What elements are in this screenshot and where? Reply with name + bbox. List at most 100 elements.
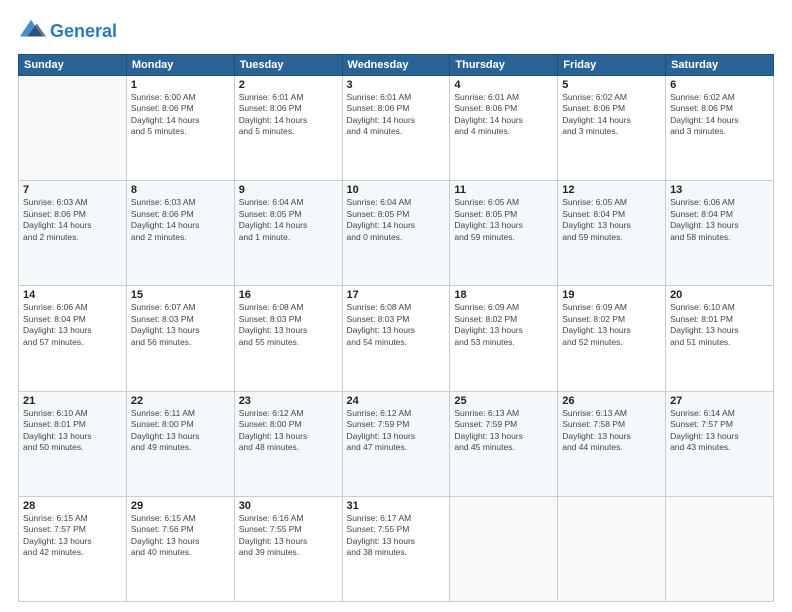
calendar-cell: 15Sunrise: 6:07 AMSunset: 8:03 PMDayligh…	[126, 286, 234, 391]
calendar-cell	[450, 496, 558, 601]
cell-info: Sunrise: 6:12 AMSunset: 8:00 PMDaylight:…	[239, 408, 338, 454]
calendar-cell: 31Sunrise: 6:17 AMSunset: 7:55 PMDayligh…	[342, 496, 450, 601]
calendar-cell: 16Sunrise: 6:08 AMSunset: 8:03 PMDayligh…	[234, 286, 342, 391]
calendar-cell: 2Sunrise: 6:01 AMSunset: 8:06 PMDaylight…	[234, 76, 342, 181]
cell-info: Sunrise: 6:15 AMSunset: 7:56 PMDaylight:…	[131, 513, 230, 559]
calendar-week-5: 28Sunrise: 6:15 AMSunset: 7:57 PMDayligh…	[19, 496, 774, 601]
cell-info: Sunrise: 6:07 AMSunset: 8:03 PMDaylight:…	[131, 302, 230, 348]
calendar-cell: 3Sunrise: 6:01 AMSunset: 8:06 PMDaylight…	[342, 76, 450, 181]
day-number: 10	[347, 184, 446, 196]
calendar-cell: 6Sunrise: 6:02 AMSunset: 8:06 PMDaylight…	[666, 76, 774, 181]
cell-info: Sunrise: 6:10 AMSunset: 8:01 PMDaylight:…	[23, 408, 122, 454]
cell-info: Sunrise: 6:02 AMSunset: 8:06 PMDaylight:…	[562, 92, 661, 138]
cell-info: Sunrise: 6:05 AMSunset: 8:05 PMDaylight:…	[454, 197, 553, 243]
day-number: 17	[347, 289, 446, 301]
day-number: 3	[347, 79, 446, 91]
calendar-cell: 29Sunrise: 6:15 AMSunset: 7:56 PMDayligh…	[126, 496, 234, 601]
day-number: 7	[23, 184, 122, 196]
calendar-cell: 23Sunrise: 6:12 AMSunset: 8:00 PMDayligh…	[234, 391, 342, 496]
logo: General	[18, 18, 117, 46]
day-number: 24	[347, 395, 446, 407]
cell-info: Sunrise: 6:00 AMSunset: 8:06 PMDaylight:…	[131, 92, 230, 138]
cell-info: Sunrise: 6:08 AMSunset: 8:03 PMDaylight:…	[347, 302, 446, 348]
calendar-cell: 17Sunrise: 6:08 AMSunset: 8:03 PMDayligh…	[342, 286, 450, 391]
day-number: 26	[562, 395, 661, 407]
cell-info: Sunrise: 6:11 AMSunset: 8:00 PMDaylight:…	[131, 408, 230, 454]
calendar-cell: 30Sunrise: 6:16 AMSunset: 7:55 PMDayligh…	[234, 496, 342, 601]
day-number: 15	[131, 289, 230, 301]
cell-info: Sunrise: 6:13 AMSunset: 7:59 PMDaylight:…	[454, 408, 553, 454]
calendar-cell: 25Sunrise: 6:13 AMSunset: 7:59 PMDayligh…	[450, 391, 558, 496]
calendar-cell: 4Sunrise: 6:01 AMSunset: 8:06 PMDaylight…	[450, 76, 558, 181]
calendar-cell	[558, 496, 666, 601]
calendar-cell: 26Sunrise: 6:13 AMSunset: 7:58 PMDayligh…	[558, 391, 666, 496]
calendar-cell: 5Sunrise: 6:02 AMSunset: 8:06 PMDaylight…	[558, 76, 666, 181]
day-number: 6	[670, 79, 769, 91]
calendar-cell: 7Sunrise: 6:03 AMSunset: 8:06 PMDaylight…	[19, 181, 127, 286]
cell-info: Sunrise: 6:03 AMSunset: 8:06 PMDaylight:…	[23, 197, 122, 243]
cell-info: Sunrise: 6:09 AMSunset: 8:02 PMDaylight:…	[562, 302, 661, 348]
day-number: 28	[23, 500, 122, 512]
day-number: 22	[131, 395, 230, 407]
cell-info: Sunrise: 6:01 AMSunset: 8:06 PMDaylight:…	[347, 92, 446, 138]
cell-info: Sunrise: 6:05 AMSunset: 8:04 PMDaylight:…	[562, 197, 661, 243]
cell-info: Sunrise: 6:13 AMSunset: 7:58 PMDaylight:…	[562, 408, 661, 454]
calendar-week-1: 1Sunrise: 6:00 AMSunset: 8:06 PMDaylight…	[19, 76, 774, 181]
calendar-cell: 18Sunrise: 6:09 AMSunset: 8:02 PMDayligh…	[450, 286, 558, 391]
day-number: 27	[670, 395, 769, 407]
cell-info: Sunrise: 6:15 AMSunset: 7:57 PMDaylight:…	[23, 513, 122, 559]
page: General SundayMondayTuesdayWednesdayThur…	[0, 0, 792, 612]
calendar-header-saturday: Saturday	[666, 55, 774, 76]
day-number: 13	[670, 184, 769, 196]
cell-info: Sunrise: 6:08 AMSunset: 8:03 PMDaylight:…	[239, 302, 338, 348]
calendar-cell: 19Sunrise: 6:09 AMSunset: 8:02 PMDayligh…	[558, 286, 666, 391]
calendar-week-2: 7Sunrise: 6:03 AMSunset: 8:06 PMDaylight…	[19, 181, 774, 286]
day-number: 20	[670, 289, 769, 301]
cell-info: Sunrise: 6:01 AMSunset: 8:06 PMDaylight:…	[454, 92, 553, 138]
calendar-header-sunday: Sunday	[19, 55, 127, 76]
calendar-cell	[19, 76, 127, 181]
day-number: 23	[239, 395, 338, 407]
day-number: 25	[454, 395, 553, 407]
calendar-cell	[666, 496, 774, 601]
calendar-cell: 20Sunrise: 6:10 AMSunset: 8:01 PMDayligh…	[666, 286, 774, 391]
calendar-cell: 27Sunrise: 6:14 AMSunset: 7:57 PMDayligh…	[666, 391, 774, 496]
day-number: 21	[23, 395, 122, 407]
cell-info: Sunrise: 6:09 AMSunset: 8:02 PMDaylight:…	[454, 302, 553, 348]
cell-info: Sunrise: 6:06 AMSunset: 8:04 PMDaylight:…	[670, 197, 769, 243]
cell-info: Sunrise: 6:14 AMSunset: 7:57 PMDaylight:…	[670, 408, 769, 454]
calendar-cell: 14Sunrise: 6:06 AMSunset: 8:04 PMDayligh…	[19, 286, 127, 391]
calendar-header-monday: Monday	[126, 55, 234, 76]
cell-info: Sunrise: 6:17 AMSunset: 7:55 PMDaylight:…	[347, 513, 446, 559]
day-number: 5	[562, 79, 661, 91]
cell-info: Sunrise: 6:12 AMSunset: 7:59 PMDaylight:…	[347, 408, 446, 454]
calendar-week-3: 14Sunrise: 6:06 AMSunset: 8:04 PMDayligh…	[19, 286, 774, 391]
cell-info: Sunrise: 6:10 AMSunset: 8:01 PMDaylight:…	[670, 302, 769, 348]
cell-info: Sunrise: 6:04 AMSunset: 8:05 PMDaylight:…	[239, 197, 338, 243]
day-number: 16	[239, 289, 338, 301]
calendar-cell: 28Sunrise: 6:15 AMSunset: 7:57 PMDayligh…	[19, 496, 127, 601]
calendar-header-friday: Friday	[558, 55, 666, 76]
calendar-cell: 9Sunrise: 6:04 AMSunset: 8:05 PMDaylight…	[234, 181, 342, 286]
logo-line1: General	[50, 21, 117, 41]
day-number: 8	[131, 184, 230, 196]
calendar-cell: 24Sunrise: 6:12 AMSunset: 7:59 PMDayligh…	[342, 391, 450, 496]
day-number: 19	[562, 289, 661, 301]
calendar-cell: 21Sunrise: 6:10 AMSunset: 8:01 PMDayligh…	[19, 391, 127, 496]
calendar-cell: 11Sunrise: 6:05 AMSunset: 8:05 PMDayligh…	[450, 181, 558, 286]
cell-info: Sunrise: 6:02 AMSunset: 8:06 PMDaylight:…	[670, 92, 769, 138]
cell-info: Sunrise: 6:03 AMSunset: 8:06 PMDaylight:…	[131, 197, 230, 243]
cell-info: Sunrise: 6:06 AMSunset: 8:04 PMDaylight:…	[23, 302, 122, 348]
calendar-header-thursday: Thursday	[450, 55, 558, 76]
day-number: 29	[131, 500, 230, 512]
day-number: 1	[131, 79, 230, 91]
day-number: 9	[239, 184, 338, 196]
calendar-cell: 1Sunrise: 6:00 AMSunset: 8:06 PMDaylight…	[126, 76, 234, 181]
calendar-header-tuesday: Tuesday	[234, 55, 342, 76]
day-number: 11	[454, 184, 553, 196]
header: General	[18, 18, 774, 46]
day-number: 31	[347, 500, 446, 512]
day-number: 30	[239, 500, 338, 512]
calendar-cell: 12Sunrise: 6:05 AMSunset: 8:04 PMDayligh…	[558, 181, 666, 286]
day-number: 2	[239, 79, 338, 91]
